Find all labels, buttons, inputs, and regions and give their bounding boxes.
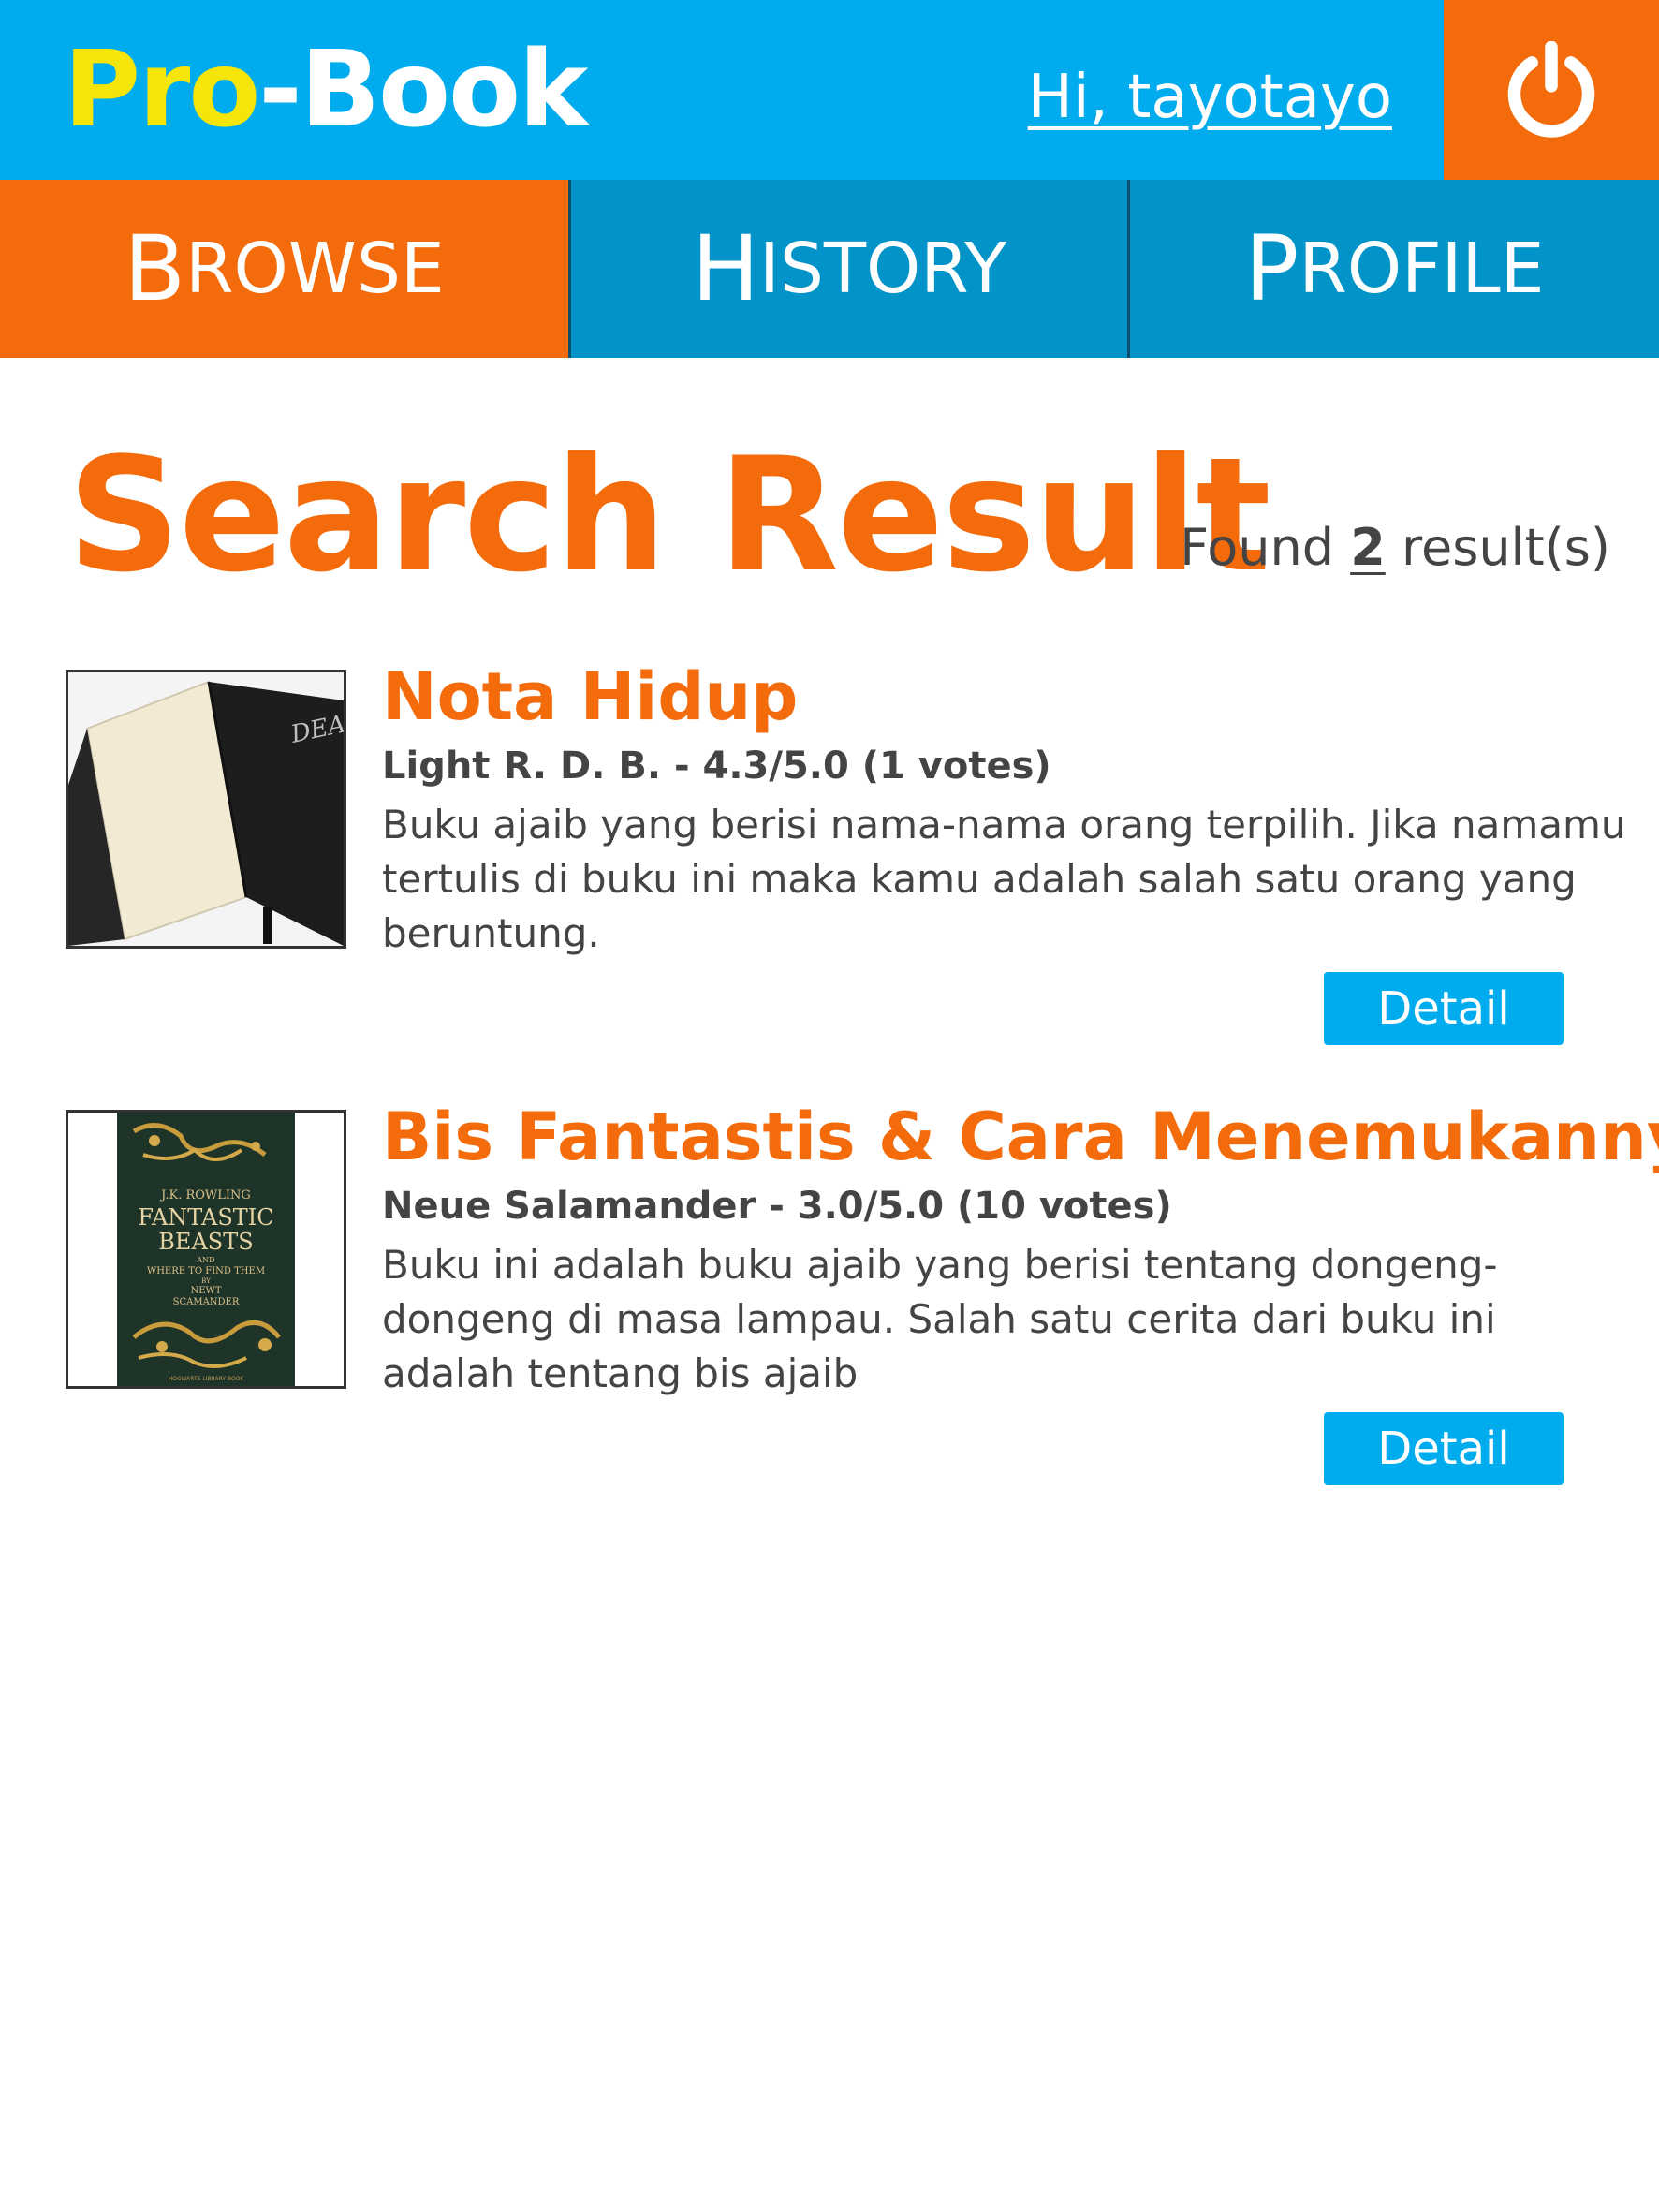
book-description: Buku ajaib yang berisi nama-nama orang t…: [382, 802, 1626, 956]
book-description: Buku ini adalah buku ajaib yang berisi t…: [382, 1242, 1498, 1396]
main-nav: B ROWSE H ISTORY P ROFILE: [0, 180, 1659, 358]
tab-profile-cap: P: [1244, 216, 1299, 321]
found-suffix: result(s): [1401, 518, 1610, 577]
logo-dash: -: [258, 29, 302, 151]
cover-pen-2: SCAMANDER: [173, 1297, 240, 1307]
tab-history-rest: ISTORY: [759, 229, 1007, 309]
top-header: Pro-Book Hi, tayotayo: [0, 0, 1659, 180]
tab-browse-cap: B: [124, 216, 186, 321]
app-logo[interactable]: Pro-Book: [64, 28, 589, 152]
logo-book: Book: [300, 29, 589, 151]
page-title: Search Result: [67, 423, 1271, 607]
result-count: Found 2 result(s): [1180, 515, 1610, 581]
tab-profile[interactable]: P ROFILE: [1127, 180, 1659, 358]
notebook-cover-illustration: DEATH: [68, 672, 344, 946]
cover-subtitle: WHERE TO FIND THEM: [147, 1266, 265, 1276]
cover-pen-1: NEWT: [191, 1286, 222, 1296]
cover-and: AND: [196, 1256, 214, 1264]
detail-button[interactable]: Detail: [1324, 1412, 1564, 1485]
book-title[interactable]: Nota Hidup: [382, 657, 798, 736]
cover-title-2: BEASTS: [158, 1229, 253, 1255]
found-prefix: Found: [1180, 518, 1335, 577]
detail-button[interactable]: Detail: [1324, 972, 1564, 1045]
logo-pro: Pro: [64, 29, 260, 151]
tab-history-cap: H: [691, 216, 760, 321]
power-icon: [1507, 41, 1595, 138]
cover-by: BY: [201, 1277, 211, 1285]
tab-history[interactable]: H ISTORY: [568, 180, 1127, 358]
book-cover-image: J.K. ROWLING FANTASTIC BEASTS AND WHERE …: [66, 1110, 346, 1389]
found-count: 2: [1350, 518, 1386, 577]
book-meta: Neue Salamander - 3.0/5.0 (10 votes): [382, 1185, 1172, 1228]
tab-browse-rest: ROWSE: [185, 229, 445, 309]
book-meta: Light R. D. B. - 4.3/5.0 (1 votes): [382, 745, 1051, 788]
fantastic-beasts-cover-illustration: J.K. ROWLING FANTASTIC BEASTS AND WHERE …: [68, 1113, 344, 1386]
user-greeting-link[interactable]: Hi, tayotayo: [1028, 60, 1392, 135]
book-cover-image: DEATH: [66, 670, 346, 949]
tab-browse[interactable]: B ROWSE: [0, 180, 568, 358]
cover-footer: HOGWARTS LIBRARY BOOK: [169, 1376, 245, 1382]
cover-author: J.K. ROWLING: [159, 1188, 251, 1202]
book-title[interactable]: Bis Fantastis & Cara Menemukannya: [382, 1098, 1659, 1176]
cover-title-1: FANTASTIC: [138, 1204, 273, 1231]
logout-button[interactable]: [1444, 0, 1659, 180]
tab-profile-rest: ROFILE: [1299, 229, 1545, 309]
